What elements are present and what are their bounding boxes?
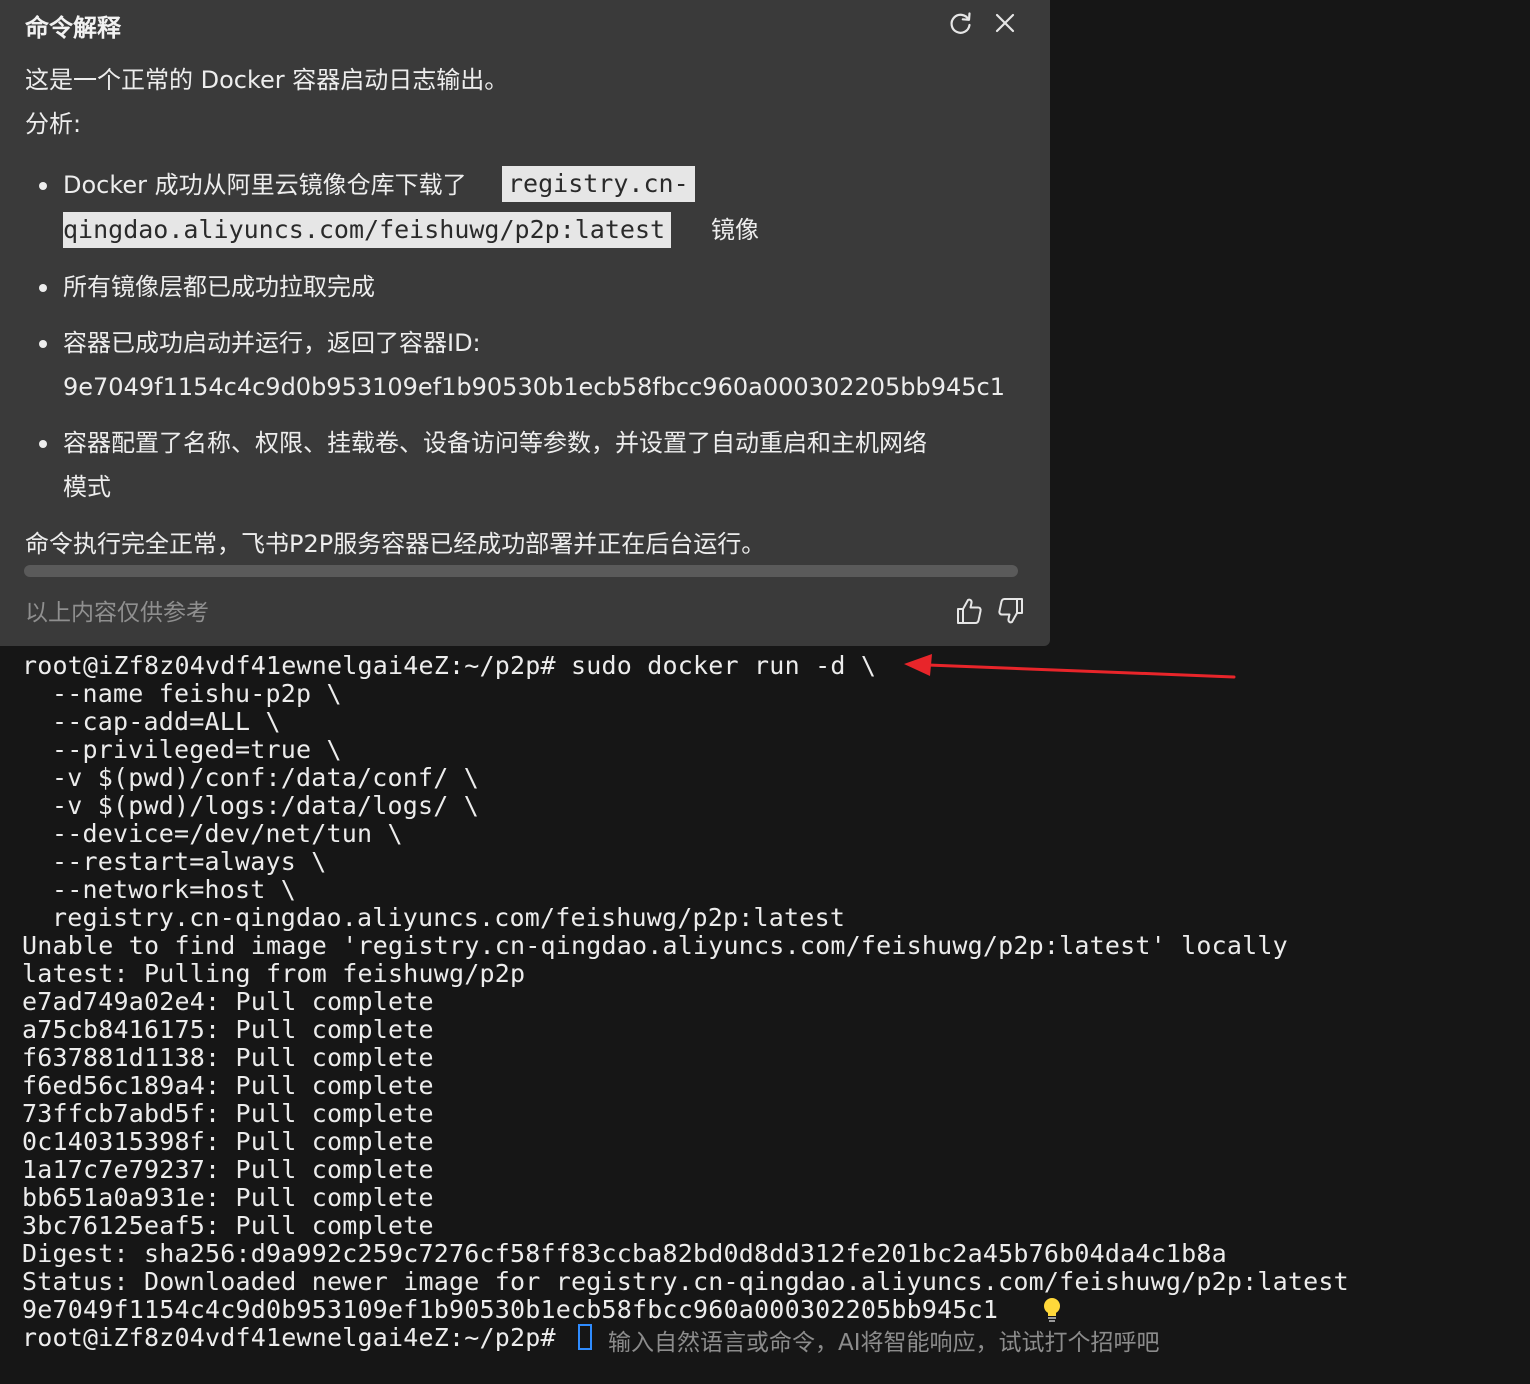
terminal-line: bb651a0a931e: Pull complete bbox=[22, 1183, 434, 1212]
container-id-text: 9e7049f1154c4c9d0b953109ef1b90530b1ecb58… bbox=[63, 373, 1005, 401]
bullet-1-suffix: 镜像 bbox=[711, 216, 759, 244]
terminal-line: -v $(pwd)/logs:/data/logs/ \ bbox=[52, 791, 480, 820]
terminal-prompt: root@iZf8z04vdf41ewnelgai4eZ:~/p2p# bbox=[22, 1323, 572, 1352]
terminal-line: --device=/dev/net/tun \ bbox=[52, 819, 403, 848]
bullet-dot bbox=[39, 182, 47, 190]
bullet-dot bbox=[39, 440, 47, 448]
analysis-label: 分析: bbox=[25, 110, 82, 138]
thumbs-down-icon[interactable] bbox=[997, 596, 1025, 626]
disclaimer-text: 以上内容仅供参考 bbox=[25, 600, 209, 626]
terminal-input-placeholder[interactable]: 输入自然语言或命令，AI将智能响应，试试打个招呼吧 bbox=[608, 1323, 1160, 1357]
terminal-line: latest: Pulling from feishuwg/p2p bbox=[22, 959, 526, 988]
terminal-line: registry.cn-qingdao.aliyuncs.com/feishuw… bbox=[52, 903, 846, 932]
terminal-cursor[interactable] bbox=[578, 1324, 592, 1350]
thumbs-up-icon[interactable] bbox=[955, 596, 983, 626]
terminal-line: a75cb8416175: Pull complete bbox=[22, 1015, 434, 1044]
horizontal-scrollbar[interactable] bbox=[24, 565, 1018, 577]
terminal-container-id-line: 9e7049f1154c4c9d0b953109ef1b90530b1ecb58… bbox=[22, 1295, 999, 1324]
bullet-dot bbox=[39, 284, 47, 292]
terminal-line: 73ffcb7abd5f: Pull complete bbox=[22, 1099, 434, 1128]
terminal-line: --privileged=true \ bbox=[52, 735, 342, 764]
terminal-line: Status: Downloaded newer image for regis… bbox=[22, 1267, 1349, 1296]
conclusion-text: 命令执行完全正常，飞书P2P服务容器已经成功部署并正在后台运行。 bbox=[25, 530, 766, 558]
image-name-code-cont: qingdao.aliyuncs.com/feishuwg/p2p:latest bbox=[63, 212, 672, 248]
bullet-dot bbox=[39, 340, 47, 348]
panel-title: 命令解释 bbox=[25, 14, 121, 42]
bullet-2-text: 所有镜像层都已成功拉取完成 bbox=[63, 273, 375, 301]
terminal-line: 0c140315398f: Pull complete bbox=[22, 1127, 434, 1156]
terminal-line: --cap-add=ALL \ bbox=[52, 707, 281, 736]
bullet-3-text: 容器已成功启动并运行，返回了容器ID: bbox=[63, 329, 481, 357]
terminal-line: Unable to find image 'registry.cn-qingda… bbox=[22, 931, 1288, 960]
refresh-icon[interactable] bbox=[946, 8, 976, 38]
terminal-line: f6ed56c189a4: Pull complete bbox=[22, 1071, 434, 1100]
red-arrow-annotation bbox=[904, 654, 1236, 679]
terminal-line: --restart=always \ bbox=[52, 847, 327, 876]
terminal-line: -v $(pwd)/conf:/data/conf/ \ bbox=[52, 763, 480, 792]
terminal-line: Digest: sha256:d9a992c259c7276cf58ff83cc… bbox=[22, 1239, 1227, 1268]
explanation-intro: 这是一个正常的 Docker 容器启动日志输出。 bbox=[25, 66, 509, 94]
lightbulb-icon[interactable] bbox=[1040, 1296, 1064, 1324]
bullet-4-text: 容器配置了名称、权限、挂载卷、设备访问等参数，并设置了自动重启和主机网络 bbox=[63, 429, 927, 457]
terminal-line: f637881d1138: Pull complete bbox=[22, 1043, 434, 1072]
terminal-line: 3bc76125eaf5: Pull complete bbox=[22, 1211, 434, 1240]
bullet-4-text-cont: 模式 bbox=[63, 473, 111, 501]
terminal-line: e7ad749a02e4: Pull complete bbox=[22, 987, 434, 1016]
bullet-1-text: Docker 成功从阿里云镜像仓库下载了 bbox=[63, 171, 467, 199]
terminal-command-line: root@iZf8z04vdf41ewnelgai4eZ:~/p2p# sudo… bbox=[22, 651, 877, 680]
terminal-line: --network=host \ bbox=[52, 875, 297, 904]
command-explanation-panel: 命令解释 这是一个正常的 Docker 容器启动日志输出。 分析: Docker… bbox=[0, 0, 1050, 646]
terminal-line: 1a17c7e79237: Pull complete bbox=[22, 1155, 434, 1184]
close-icon[interactable] bbox=[990, 8, 1020, 38]
terminal-line: --name feishu-p2p \ bbox=[52, 679, 342, 708]
image-name-code: registry.cn- bbox=[502, 166, 695, 202]
